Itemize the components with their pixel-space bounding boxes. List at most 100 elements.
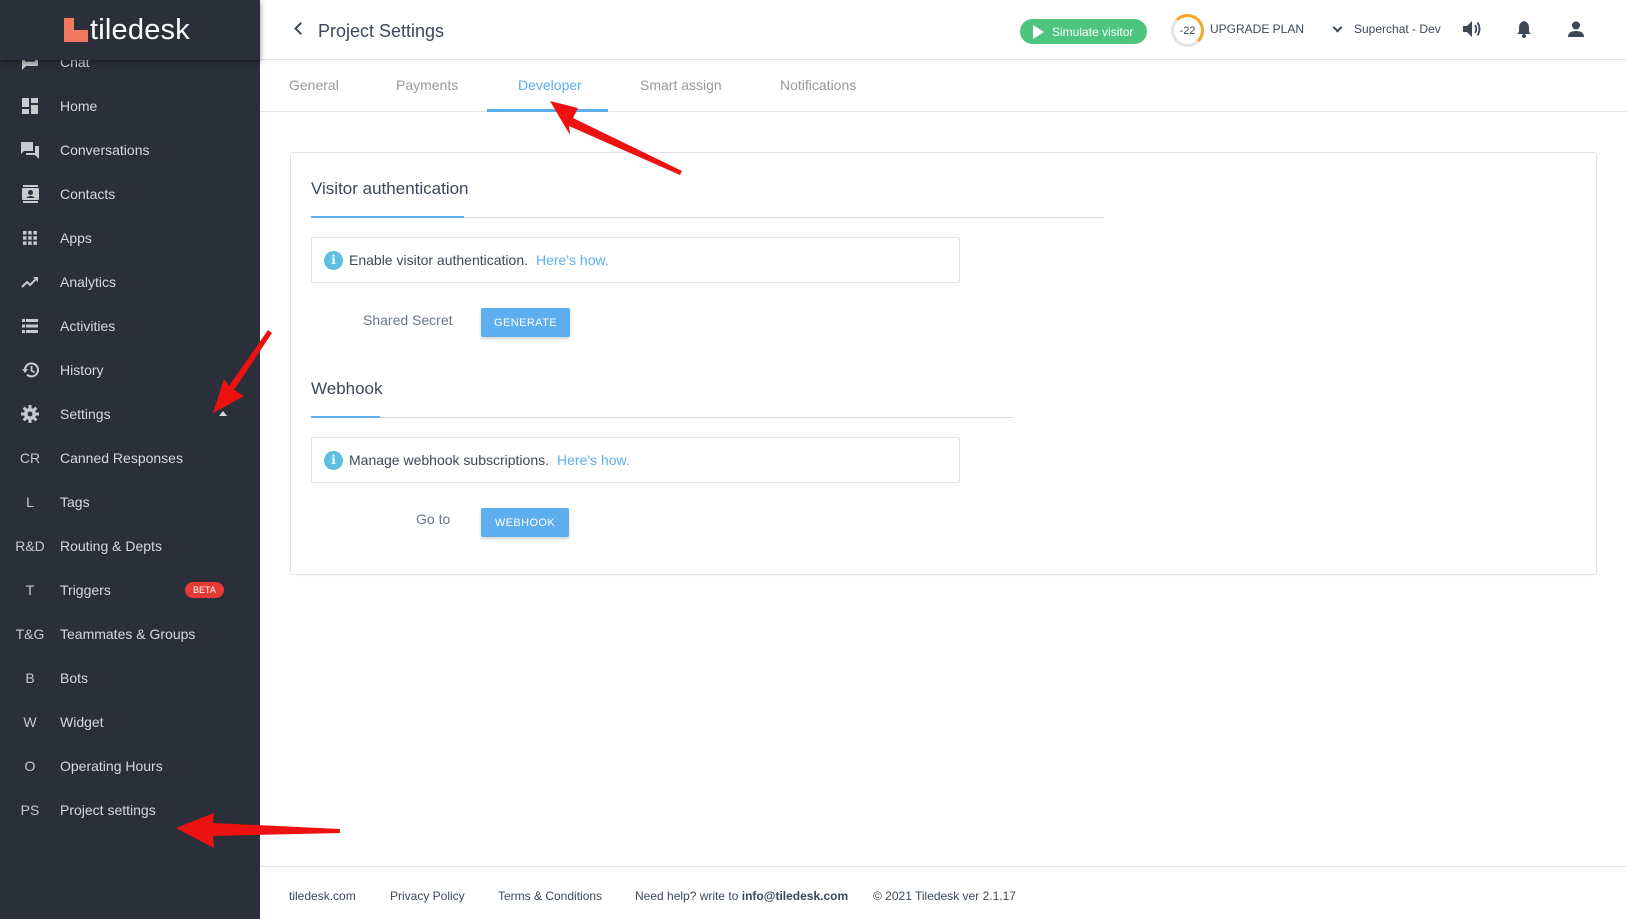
- settings-tabs: General Payments Developer Smart assign …: [260, 60, 1627, 112]
- footer-help: Need help? write to info@tiledesk.com: [635, 889, 848, 903]
- sidebar-item-label: Operating Hours: [60, 758, 163, 774]
- sidebar-item-history[interactable]: History: [0, 348, 260, 392]
- sidebar-item-activities[interactable]: Activities: [0, 304, 260, 348]
- footer-privacy-link[interactable]: Privacy Policy: [390, 889, 465, 903]
- sidebar-item-project-settings[interactable]: PS Project settings: [0, 788, 260, 832]
- webhook-button-label: WEBHOOK: [494, 516, 556, 529]
- sidebar-item-label: Canned Responses: [60, 450, 183, 466]
- sidebar-item-abbr: B: [25, 670, 35, 686]
- sidebar-item-label: Bots: [60, 670, 89, 686]
- sidebar-item-label: Activities: [60, 318, 116, 334]
- footer-copyright: © 2021 Tiledesk ver 2.1.17: [873, 889, 1016, 903]
- section-divider: [311, 417, 1013, 418]
- generate-button[interactable]: GENERATE: [481, 308, 570, 337]
- sidebar-item-label: Triggers: [60, 582, 111, 598]
- logo-bar: tiledesk: [0, 0, 260, 60]
- beta-badge: BETA: [185, 582, 224, 598]
- top-bar: Project Settings Simulate visitor -22 UP…: [260, 0, 1627, 60]
- list-icon: [0, 319, 60, 333]
- visitor-auth-title: Visitor authentication: [311, 179, 469, 198]
- tiledesk-logo[interactable]: tiledesk: [64, 14, 190, 46]
- sidebar-item-canned-responses[interactable]: CR Canned Responses: [0, 436, 260, 480]
- webhook-title: Webhook: [311, 379, 383, 398]
- sidebar-item-settings[interactable]: Settings: [0, 392, 260, 436]
- sidebar-item-abbr: PS: [20, 802, 40, 818]
- sidebar-item-label: History: [60, 362, 104, 378]
- sidebar-item-teammates-groups[interactable]: T&G Teammates & Groups: [0, 612, 260, 656]
- back-arrow-icon[interactable]: [294, 22, 307, 35]
- collapse-caret-icon[interactable]: [219, 411, 227, 416]
- sidebar: Chat Home Conversations Contacts Apps An…: [0, 0, 260, 919]
- sidebar-item-abbr: T: [25, 582, 35, 598]
- dashboard-icon: [0, 98, 60, 114]
- sidebar-item-label: Routing & Depts: [60, 538, 162, 554]
- user-account-icon[interactable]: [1565, 18, 1587, 40]
- sidebar-item-routing-depts[interactable]: R&D Routing & Depts: [0, 524, 260, 568]
- trial-days-gauge[interactable]: -22: [1171, 14, 1204, 47]
- visitor-auth-info-text: Enable visitor authentication.: [349, 252, 528, 268]
- footer-help-email[interactable]: info@tiledesk.com: [742, 889, 848, 903]
- sidebar-item-abbr: L: [26, 494, 34, 510]
- developer-settings-card: Visitor authentication i Enable visitor …: [290, 152, 1597, 575]
- sidebar-item-widget[interactable]: W Widget: [0, 700, 260, 744]
- sidebar-item-home[interactable]: Home: [0, 84, 260, 128]
- webhook-info-text: Manage webhook subscriptions.: [349, 452, 550, 468]
- webhook-howto-link[interactable]: Here's how.: [557, 452, 630, 468]
- sidebar-item-contacts[interactable]: Contacts: [0, 172, 260, 216]
- footer-help-text: Need help? write to: [635, 889, 739, 903]
- sound-icon[interactable]: [1461, 18, 1483, 40]
- section-underline: [311, 216, 464, 218]
- tab-payments[interactable]: Payments: [396, 77, 458, 93]
- sidebar-item-analytics[interactable]: Analytics: [0, 260, 260, 304]
- generate-button-label: GENERATE: [494, 316, 557, 329]
- sidebar-item-abbr: W: [23, 714, 37, 730]
- simulate-visitor-button[interactable]: Simulate visitor: [1020, 19, 1147, 44]
- info-icon: i: [324, 450, 343, 470]
- footer-terms-link[interactable]: Terms & Conditions: [498, 889, 602, 903]
- sidebar-item-apps[interactable]: Apps: [0, 216, 260, 260]
- tab-developer[interactable]: Developer: [518, 77, 582, 93]
- sidebar-item-label: Conversations: [60, 142, 150, 158]
- active-tab-indicator: [487, 109, 608, 112]
- webhook-info-box: i Manage webhook subscriptions. Here's h…: [311, 437, 960, 483]
- footer-site-link[interactable]: tiledesk.com: [289, 889, 356, 903]
- history-icon: [0, 362, 60, 378]
- go-to-label: Go to: [416, 511, 451, 527]
- upgrade-plan-link[interactable]: UPGRADE PLAN: [1210, 22, 1304, 36]
- tiledesk-logo-mark-icon: [64, 18, 88, 42]
- project-selector[interactable]: Superchat - Dev: [1354, 22, 1441, 36]
- sidebar-item-label: Teammates & Groups: [60, 626, 196, 642]
- trending-up-icon: [0, 276, 60, 288]
- sidebar-item-label: Tags: [60, 494, 90, 510]
- sidebar-item-abbr: CR: [19, 450, 41, 466]
- sidebar-item-operating-hours[interactable]: O Operating Hours: [0, 744, 260, 788]
- section-underline: [311, 416, 380, 418]
- tab-notifications[interactable]: Notifications: [780, 77, 856, 93]
- tab-general[interactable]: General: [289, 77, 339, 93]
- visitor-auth-howto-link[interactable]: Here's how.: [536, 252, 609, 268]
- tab-smart-assign[interactable]: Smart assign: [640, 77, 722, 93]
- sidebar-item-label: Analytics: [60, 274, 117, 290]
- logo-text: tiledesk: [90, 14, 190, 46]
- sidebar-item-triggers[interactable]: T Triggers BETA: [0, 568, 260, 612]
- sidebar-item-label: Apps: [60, 230, 92, 246]
- sidebar-item-abbr: R&D: [15, 538, 45, 554]
- sidebar-item-bots[interactable]: B Bots: [0, 656, 260, 700]
- webhook-button[interactable]: WEBHOOK: [481, 508, 569, 537]
- chevron-down-icon[interactable]: [1332, 22, 1343, 33]
- sidebar-item-label: Home: [60, 98, 98, 114]
- apps-grid-icon: [0, 231, 60, 245]
- simulate-visitor-label: Simulate visitor: [1052, 24, 1134, 39]
- sidebar-item-label: Project settings: [60, 802, 156, 818]
- page-title: Project Settings: [318, 21, 445, 41]
- sidebar-item-tags[interactable]: L Tags: [0, 480, 260, 524]
- play-icon: [1033, 25, 1044, 39]
- shared-secret-label: Shared Secret: [363, 312, 453, 328]
- footer: tiledesk.com Privacy Policy Terms & Cond…: [260, 866, 1627, 919]
- sidebar-item-label: Settings: [60, 406, 111, 422]
- info-icon: i: [324, 250, 343, 270]
- forum-icon: [0, 141, 60, 159]
- sidebar-item-conversations[interactable]: Conversations: [0, 128, 260, 172]
- bell-icon[interactable]: [1513, 18, 1535, 40]
- sidebar-item-label: Contacts: [60, 186, 116, 202]
